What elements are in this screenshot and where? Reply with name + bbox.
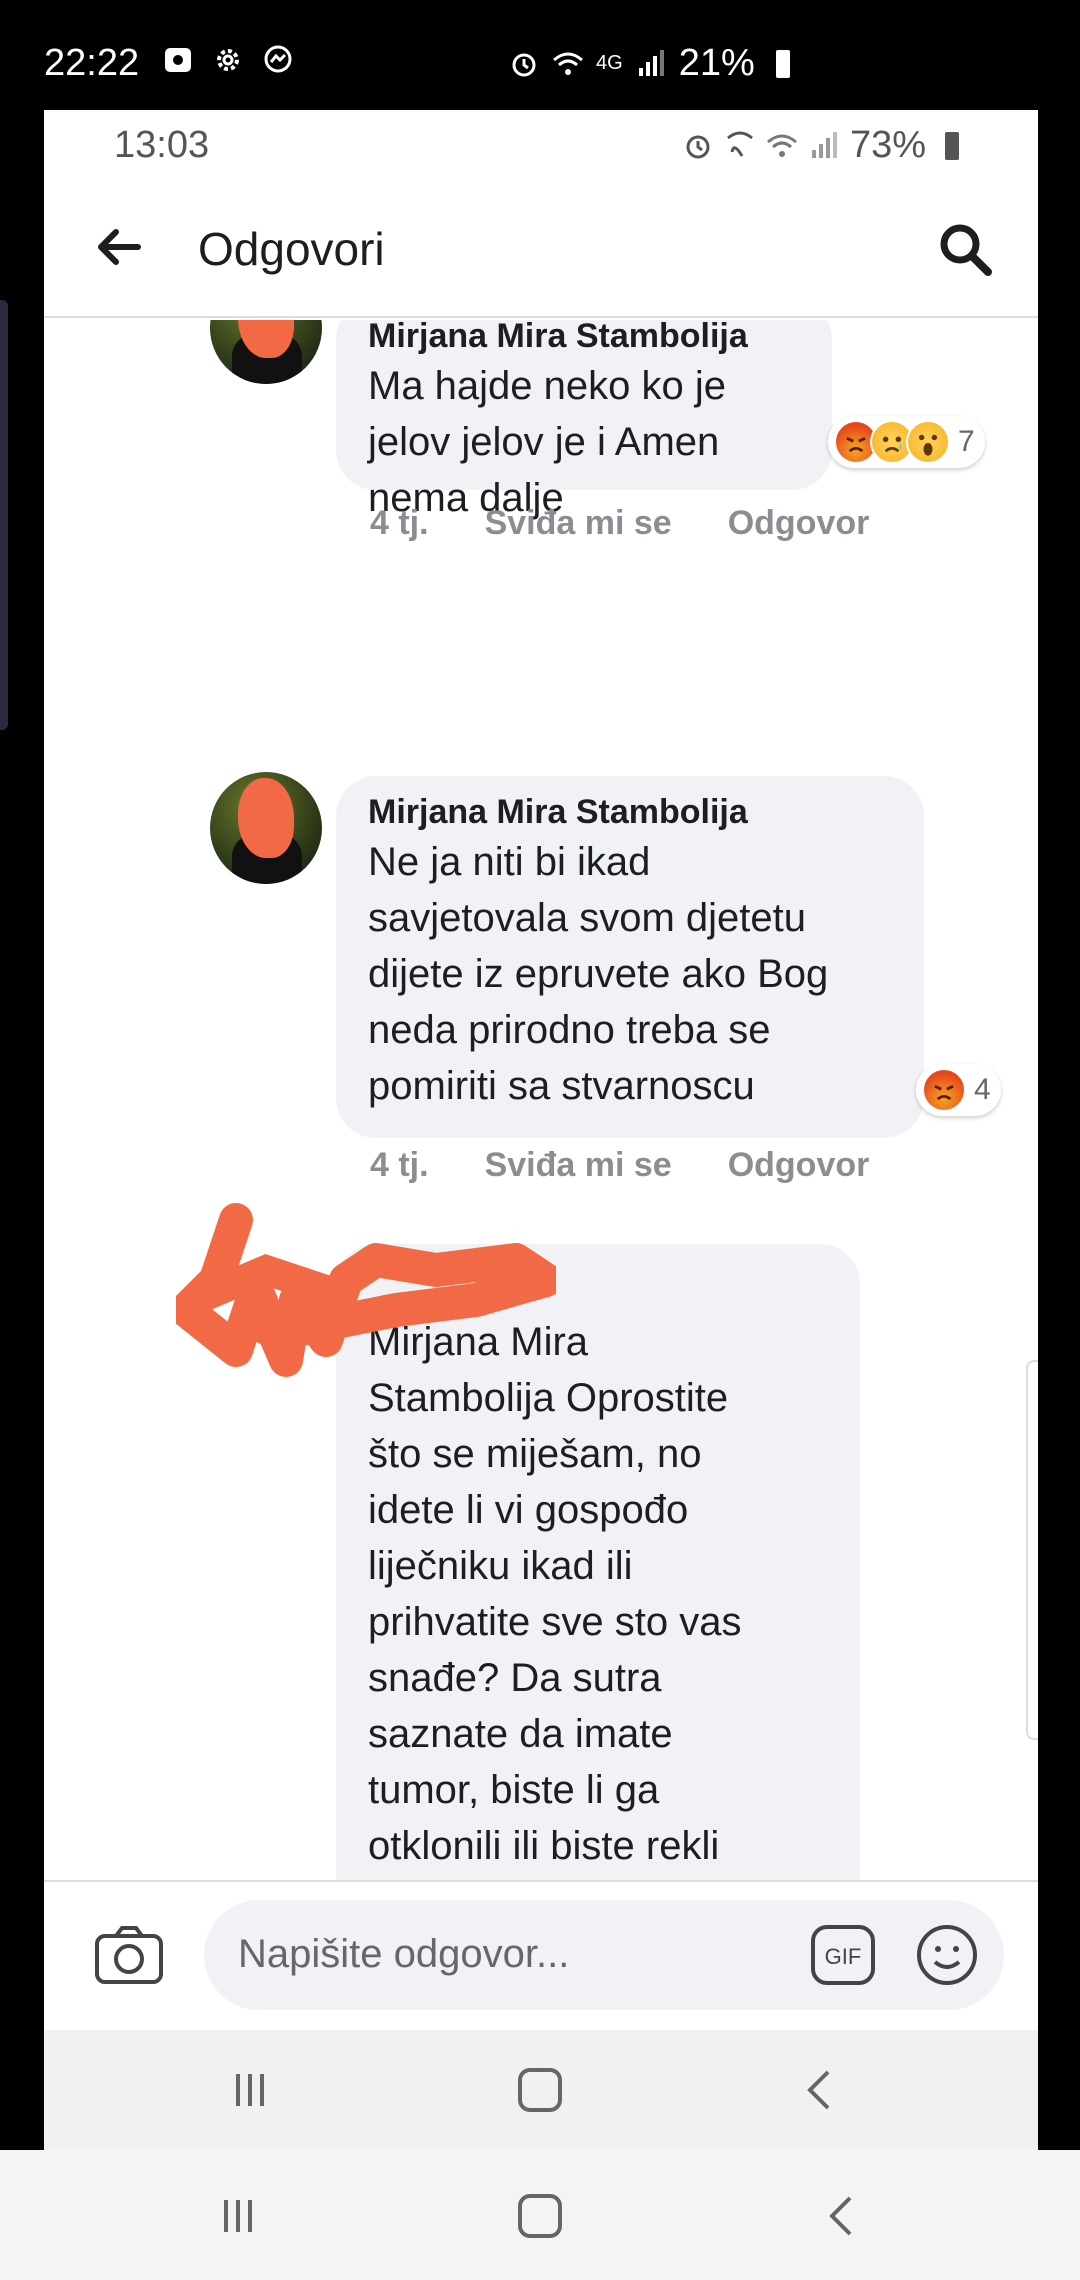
- comment-bubble[interactable]: Mirjana Mira Stambolija Ne ja niti bi ik…: [336, 776, 924, 1138]
- emoji-smile-icon[interactable]: [916, 1924, 978, 1986]
- search-icon[interactable]: [936, 220, 994, 278]
- back-arrow-icon[interactable]: [94, 222, 144, 272]
- comment-bubble[interactable]: Mirjana Mira Stambolija Ma hajde neko ko…: [336, 320, 832, 520]
- recent-apps-icon[interactable]: [220, 2060, 280, 2120]
- reaction-summary[interactable]: 7: [828, 416, 985, 468]
- comment-text: Ne ja niti bi ikad savjetovala svom djet…: [368, 840, 829, 1108]
- comment-feed[interactable]: Mirjana Mira Stambolija Ma hajde neko ko…: [44, 320, 1038, 1880]
- wifi-icon: [553, 52, 583, 75]
- messenger-icon: [264, 45, 292, 73]
- wifi-icon: [766, 134, 797, 157]
- avatar[interactable]: [210, 320, 322, 384]
- camera-icon[interactable]: [94, 1924, 164, 1986]
- inner-clock: 13:03: [114, 124, 210, 166]
- reply-composer: Napišite odgovor... GIF: [44, 1880, 1038, 2030]
- reaction-count: 7: [958, 425, 975, 458]
- wifi-call-icon: [726, 131, 753, 157]
- outer-status-bar: 22:22 4G 21%: [0, 0, 1080, 110]
- settings-gear-icon: [217, 49, 239, 71]
- page-title: Odgovori: [198, 223, 385, 275]
- inner-status-bar: 13:03 73%: [44, 110, 1038, 180]
- recent-apps-icon[interactable]: [208, 2186, 268, 2246]
- reply-link[interactable]: Odgovor: [728, 504, 870, 543]
- comment-author[interactable]: Mirjana Mira Stambolija: [368, 320, 800, 358]
- comment-time: 4 tj.: [370, 1146, 429, 1184]
- redaction-scribble: [176, 1203, 556, 1377]
- angry-reaction-icon: [922, 1068, 966, 1112]
- alarm-icon: [686, 135, 710, 158]
- back-nav-icon[interactable]: [790, 2060, 850, 2120]
- home-icon[interactable]: [510, 2060, 570, 2120]
- edge-panel-handle[interactable]: [0, 300, 8, 730]
- comment-text: Ma hajde neko ko je jelov jelov je i Ame…: [368, 364, 727, 520]
- reply-link[interactable]: Odgovor: [728, 1146, 870, 1185]
- reaction-count: 4: [974, 1073, 991, 1106]
- gif-label: GIF: [825, 1944, 862, 1969]
- comment-actions: 4 tj. Sviđa mi se Odgovor: [370, 1146, 925, 1185]
- comment-actions: 4 tj. Sviđa mi se Odgovor: [370, 504, 925, 543]
- inner-screenshot: 13:03 73% Odgovori Mirjana Mira Stamboli…: [44, 110, 1038, 2150]
- battery-icon: [775, 49, 790, 78]
- inner-navigation-bar: [44, 2030, 1038, 2150]
- signal-icon: [638, 49, 664, 76]
- battery-percent: 21%: [678, 42, 755, 84]
- alarm-icon: [512, 53, 536, 76]
- like-link[interactable]: Sviđa mi se: [485, 504, 672, 543]
- back-nav-icon[interactable]: [812, 2186, 872, 2246]
- avatar[interactable]: [210, 772, 322, 884]
- reaction-summary[interactable]: 4: [916, 1064, 1001, 1116]
- outer-clock: 22:22: [44, 42, 140, 84]
- home-icon[interactable]: [510, 2186, 570, 2246]
- screenshot-icon: [165, 48, 191, 72]
- signal-icon: [811, 131, 837, 158]
- comment-time: 4 tj.: [370, 504, 429, 542]
- network-type: 4G: [596, 52, 623, 74]
- gif-icon[interactable]: GIF: [810, 1924, 876, 1986]
- wow-reaction-icon: [906, 420, 950, 464]
- scroll-edge[interactable]: [1026, 1360, 1038, 1740]
- battery-icon: [945, 131, 959, 160]
- comment-author[interactable]: Mirjana Mira Stambolija: [368, 790, 892, 834]
- reply-placeholder: Napišite odgovor...: [238, 1932, 570, 1976]
- app-header: Odgovori: [44, 180, 1038, 318]
- battery-percent: 73%: [849, 124, 926, 166]
- like-link[interactable]: Sviđa mi se: [485, 1146, 672, 1185]
- outer-navigation-bar: [0, 2150, 1080, 2280]
- reply-input[interactable]: Napišite odgovor... GIF: [204, 1900, 1004, 2010]
